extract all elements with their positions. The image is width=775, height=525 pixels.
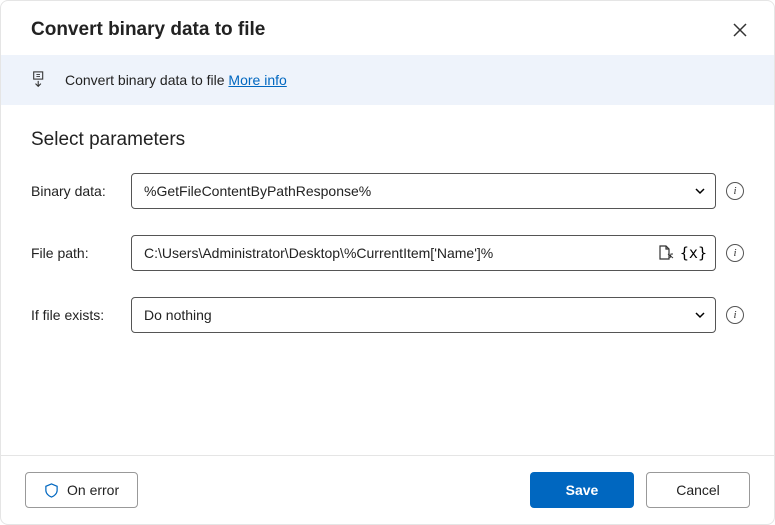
close-icon[interactable] [732,22,748,38]
file-path-row: File path: {x} i [31,235,744,271]
on-error-label: On error [67,482,119,498]
variable-picker-icon[interactable]: {x} [680,244,707,262]
on-error-button[interactable]: On error [25,472,138,508]
dialog-header: Convert binary data to file [1,1,774,55]
binary-data-help-icon[interactable]: i [726,182,744,200]
if-exists-row: If file exists: Do nothing i [31,297,744,333]
if-exists-value: Do nothing [144,307,693,323]
binary-data-row: Binary data: %GetFileContentByPathRespon… [31,173,744,209]
banner-text: Convert binary data to file More info [65,72,287,88]
more-info-link[interactable]: More info [228,72,286,88]
info-banner: Convert binary data to file More info [1,55,774,105]
file-path-field[interactable] [144,245,656,261]
cancel-button[interactable]: Cancel [646,472,750,508]
chevron-down-icon[interactable] [693,184,707,198]
convert-file-icon [31,71,49,89]
file-path-input[interactable]: {x} [131,235,716,271]
content-area: Select parameters Binary data: %GetFileC… [1,105,774,455]
save-button[interactable]: Save [530,472,634,508]
chevron-down-icon[interactable] [693,308,707,322]
binary-data-value: %GetFileContentByPathResponse% [144,183,693,199]
section-title: Select parameters [31,129,744,151]
shield-icon [44,483,59,498]
if-exists-select[interactable]: Do nothing [131,297,716,333]
if-exists-label: If file exists: [31,307,121,323]
binary-data-label: Binary data: [31,183,121,199]
dialog-footer: On error Save Cancel [1,455,774,524]
file-select-icon[interactable] [656,244,674,262]
binary-data-select[interactable]: %GetFileContentByPathResponse% [131,173,716,209]
action-buttons: Save Cancel [530,472,750,508]
dialog-title: Convert binary data to file [31,19,265,41]
file-path-label: File path: [31,245,121,261]
if-exists-help-icon[interactable]: i [726,306,744,324]
banner-description: Convert binary data to file [65,72,225,88]
file-path-help-icon[interactable]: i [726,244,744,262]
